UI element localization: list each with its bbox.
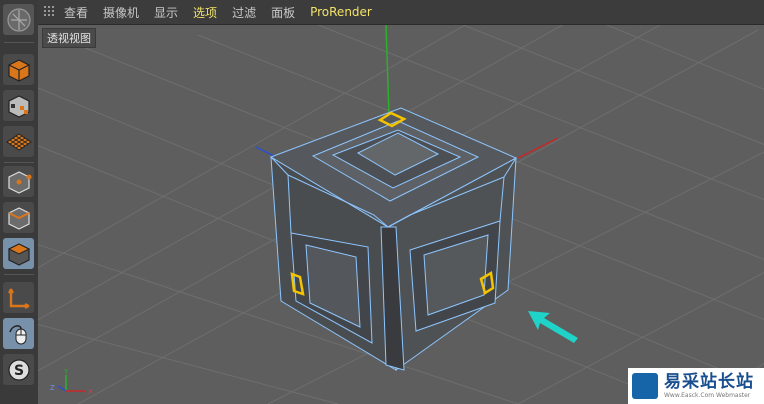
menu-filter[interactable]: 过滤 [232,4,256,21]
texture-mode-icon[interactable] [3,90,34,121]
solo-mode-icon[interactable]: S [3,354,34,385]
watermark-subtitle: Www.Easck.Com Webmaster [664,391,751,399]
tweak-mode-icon[interactable] [3,318,34,349]
cinema4d-logo-icon[interactable] [3,4,34,35]
gizmo-x-label: X [88,388,93,396]
viewport-scene[interactable] [38,25,764,404]
polygons-mode-icon[interactable] [3,238,34,269]
watermark-logo-icon [632,373,658,399]
cube-object [269,107,518,371]
menu-options[interactable]: 选项 [193,4,217,21]
model-mode-icon[interactable] [3,54,34,85]
grip-icon[interactable] [44,6,56,18]
menu-panel[interactable]: 面板 [271,4,295,21]
watermark-title: 易采站长站 [664,371,754,392]
gizmo-z-label: Z [50,384,55,392]
edges-mode-icon[interactable] [3,202,34,233]
left-mode-toolbar: S [0,0,39,404]
axis-mode-icon[interactable] [3,282,34,313]
menu-camera[interactable]: 摄像机 [103,4,139,21]
viewport-menu-bar: 查看 摄像机 显示 选项 过滤 面板 ProRender [38,0,764,25]
axis-gizmo: Y Z X [50,369,93,396]
viewport-title[interactable]: 透视视图 [42,28,96,48]
points-mode-icon[interactable] [3,166,34,197]
menu-view[interactable]: 查看 [64,4,88,21]
perspective-viewport[interactable]: 透视视图 Y Z X [38,25,764,404]
site-watermark: 易采站长站 Www.Easck.Com Webmaster [628,368,764,404]
workplane-mode-icon[interactable] [3,126,34,157]
svg-text:S: S [13,363,23,379]
menu-prorender[interactable]: ProRender [310,5,372,19]
menu-display[interactable]: 显示 [154,4,178,21]
gizmo-y-label: Y [63,369,69,376]
annotation-arrow [528,311,578,343]
